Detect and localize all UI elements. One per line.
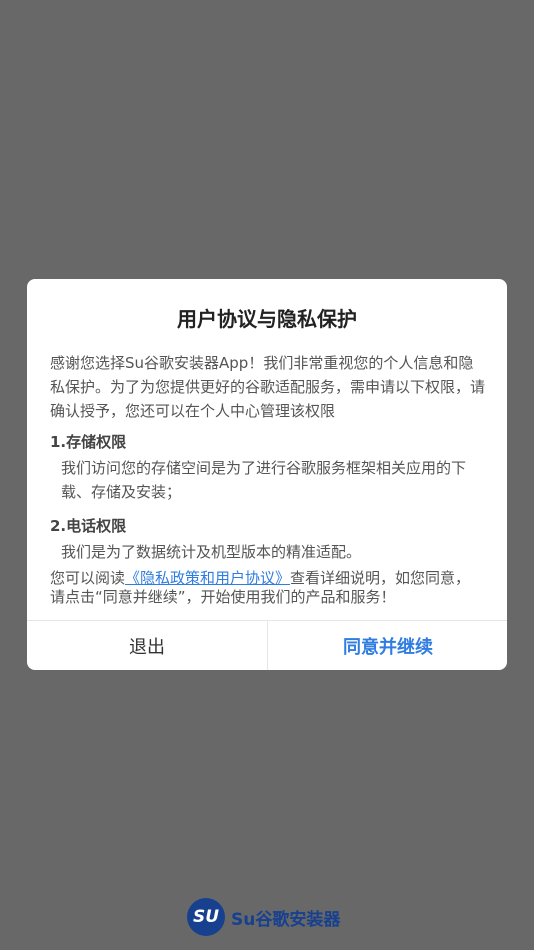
dialog-title: 用户协议与隐私保护	[177, 307, 357, 331]
brand-footer: SU Su谷歌安装器	[187, 898, 340, 936]
su-logo-icon: SU	[187, 898, 225, 936]
privacy-policy-link[interactable]: 《隐私政策和用户协议》	[125, 569, 290, 587]
footer-text: 您可以阅读《隐私政策和用户协议》查看详细说明，如您同意，请点击“同意并继续”，开…	[50, 569, 485, 607]
footer-prefix: 您可以阅读	[50, 569, 126, 587]
phone-permission-heading: 2.电话权限	[50, 517, 127, 535]
exit-button[interactable]: 退出	[27, 621, 267, 670]
storage-permission-heading: 1.存储权限	[50, 433, 127, 451]
agree-continue-button[interactable]: 同意并继续	[268, 621, 508, 670]
storage-permission-description: 我们访问您的存储空间是为了进行谷歌服务框架相关应用的下载、存储及安装；	[61, 459, 467, 501]
phone-permission-description: 我们是为了数据统计及机型版本的精准适配。	[61, 543, 362, 561]
privacy-dialog: 用户协议与隐私保护 感谢您选择Su谷歌安装器App！我们非常重视您的个人信息和隐…	[27, 279, 507, 670]
brand-name: Su谷歌安装器	[231, 909, 341, 930]
intro-text: 感谢您选择Su谷歌安装器App！我们非常重视您的个人信息和隐私保护。为了为您提供…	[50, 354, 486, 420]
